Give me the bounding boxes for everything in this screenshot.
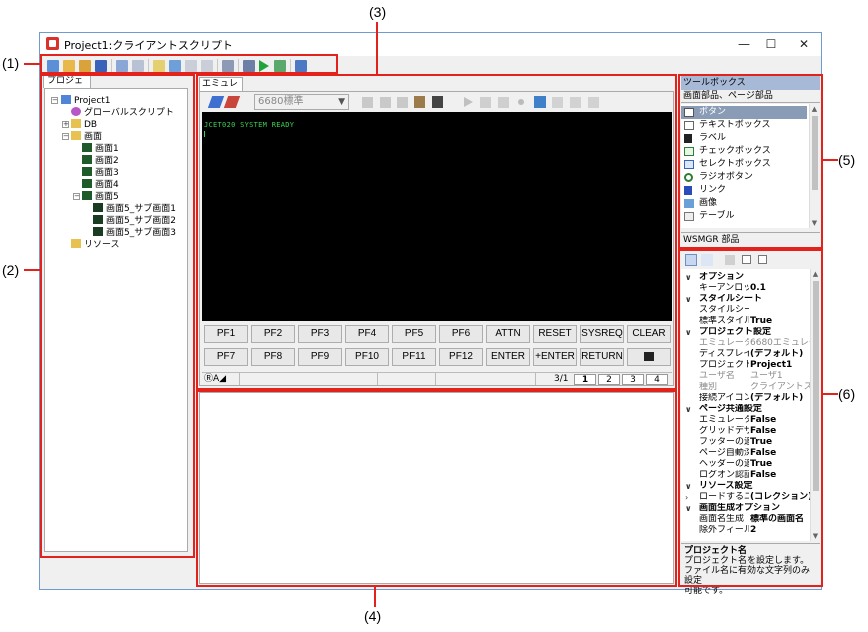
callout-4: (4) xyxy=(364,608,382,624)
highlight-box-4 xyxy=(196,390,677,587)
minimize-button[interactable]: — xyxy=(729,35,759,53)
leader-line-5 xyxy=(823,159,838,161)
app-icon xyxy=(46,37,59,50)
callout-5: (5) xyxy=(838,152,856,168)
leader-line-1 xyxy=(24,63,40,65)
maximize-button[interactable]: ☐ xyxy=(756,35,786,53)
highlight-box-3 xyxy=(196,74,677,390)
leader-line-4 xyxy=(374,587,376,607)
callout-1: (1) xyxy=(2,55,20,71)
highlight-box-2 xyxy=(40,74,195,558)
leader-line-3 xyxy=(376,22,378,74)
highlight-box-6 xyxy=(678,249,823,587)
leader-line-2 xyxy=(24,269,40,271)
callout-2: (2) xyxy=(2,262,20,278)
title-bar: Project1:クライアントスクリプト — ☐ ✕ xyxy=(40,33,821,56)
callout-6: (6) xyxy=(838,386,856,402)
close-button[interactable]: ✕ xyxy=(789,35,819,53)
description-text: 可能です。 xyxy=(684,586,729,596)
leader-line-6 xyxy=(823,393,838,395)
window-title: Project1:クライアントスクリプト xyxy=(64,39,233,52)
callout-3: (3) xyxy=(369,4,387,20)
highlight-box-1 xyxy=(40,54,338,74)
highlight-box-5 xyxy=(678,74,823,249)
